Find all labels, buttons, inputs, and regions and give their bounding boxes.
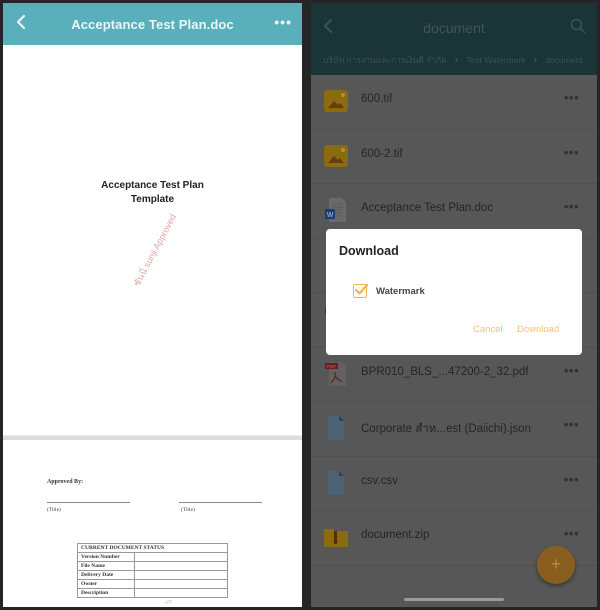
- list-item[interactable]: Corporate สำห...est (Daiichi).json •••: [311, 402, 597, 457]
- file-more-button[interactable]: •••: [564, 90, 579, 105]
- download-dialog: Download Watermark Cancel Download: [326, 229, 582, 355]
- svg-text:W: W: [327, 212, 334, 219]
- search-button[interactable]: [570, 18, 586, 34]
- document-title-line2: Template: [130, 194, 175, 205]
- browser-header: document บริษัท การงานและการเงินดี จำกัด…: [311, 3, 597, 75]
- list-item[interactable]: PDF BPR010_BLS_...47200-2_32.pdf •••: [311, 348, 597, 402]
- more-options-button[interactable]: •••: [274, 14, 292, 30]
- ellipsis-icon: •••: [274, 14, 292, 30]
- zip-folder-icon: [324, 529, 348, 547]
- chevron-left-icon: [16, 14, 26, 30]
- watermark-text: ซันนี่ sunji Approved: [131, 212, 179, 288]
- watermark-checkbox-label[interactable]: Watermark: [376, 286, 425, 297]
- folder-title: document: [423, 20, 485, 36]
- file-name: BPR010_BLS_...47200-2_32.pdf: [361, 365, 529, 378]
- viewer-header: Acceptance Test Plan.doc •••: [3, 3, 302, 45]
- file-browser: document บริษัท การงานและการเงินดี จำกัด…: [311, 3, 597, 607]
- signature-line-right: [179, 502, 262, 503]
- table-row: Description: [77, 588, 228, 598]
- status-table-header: CURRENT DOCUMENT STATUS: [77, 543, 228, 553]
- signature-title-right: (Title): [181, 507, 195, 513]
- document-page-1: Acceptance Test Plan Template ซันนี่ sun…: [3, 45, 302, 435]
- document-viewer: Acceptance Test Plan.doc ••• Acceptance …: [3, 3, 302, 607]
- document-status-table: CURRENT DOCUMENT STATUS Version Number F…: [77, 543, 228, 598]
- document-title: Acceptance Test Plan Template: [3, 179, 302, 207]
- signature-title-left: (Title): [47, 507, 61, 513]
- file-name: Acceptance Test Plan.doc: [361, 202, 494, 214]
- file-name: 600.tif: [361, 93, 393, 105]
- cancel-button[interactable]: Cancel: [473, 324, 503, 335]
- file-name: csv.csv: [361, 474, 398, 487]
- file-more-button[interactable]: •••: [564, 363, 579, 378]
- breadcrumb-item[interactable]: บริษัท การงานและการเงินดี จำกัด: [323, 53, 447, 67]
- file-more-button[interactable]: •••: [564, 199, 579, 214]
- watermark-checkbox[interactable]: [353, 283, 368, 298]
- search-icon: [570, 18, 586, 34]
- generic-file-icon: [328, 416, 344, 440]
- list-item[interactable]: csv.csv •••: [311, 457, 597, 511]
- pdf-file-icon: PDF: [325, 361, 346, 386]
- file-name: 600-2.tif: [361, 147, 403, 160]
- viewer-title: Acceptance Test Plan.doc: [71, 16, 234, 32]
- file-more-button[interactable]: •••: [564, 145, 579, 160]
- image-file-icon: [324, 90, 348, 112]
- add-button[interactable]: +: [537, 546, 575, 584]
- back-button[interactable]: [16, 13, 36, 35]
- table-row: Owner: [77, 579, 228, 589]
- breadcrumb-item[interactable]: document: [545, 55, 582, 65]
- breadcrumb: บริษัท การงานและการเงินดี จำกัด › Test W…: [323, 53, 583, 67]
- signature-line-left: [47, 502, 130, 503]
- file-more-button[interactable]: •••: [564, 417, 579, 432]
- chevron-right-icon: ›: [454, 54, 459, 66]
- home-indicator: [404, 598, 504, 601]
- file-more-button[interactable]: •••: [564, 472, 579, 487]
- document-title-line1: Acceptance Test Plan: [101, 180, 204, 191]
- file-name: Corporate สำห...est (Daiichi).json: [361, 423, 531, 435]
- document-page-2: Approved By: (Title) (Title) CURRENT DOC…: [3, 440, 302, 607]
- checkmark-icon: [354, 283, 368, 295]
- file-name: document.zip: [361, 529, 430, 541]
- table-row: File Name: [77, 561, 228, 571]
- table-row: Version Number: [77, 552, 228, 562]
- word-file-icon: W: [325, 198, 346, 222]
- table-row: Delivery Date: [77, 570, 228, 580]
- chevron-right-icon: ›: [533, 54, 538, 66]
- breadcrumb-item[interactable]: Test Watermark: [466, 55, 525, 65]
- dialog-title: Download: [339, 244, 399, 258]
- list-item[interactable]: 600-2.tif •••: [311, 130, 597, 184]
- download-button[interactable]: Download: [517, 324, 559, 335]
- generic-file-icon: [328, 470, 344, 495]
- file-more-button[interactable]: •••: [564, 526, 579, 541]
- list-item[interactable]: 600.tif •••: [311, 75, 597, 130]
- image-file-icon: [324, 144, 348, 167]
- approved-by-label: Approved By:: [47, 479, 84, 485]
- plus-icon: +: [550, 554, 562, 574]
- svg-text:PDF: PDF: [327, 364, 336, 369]
